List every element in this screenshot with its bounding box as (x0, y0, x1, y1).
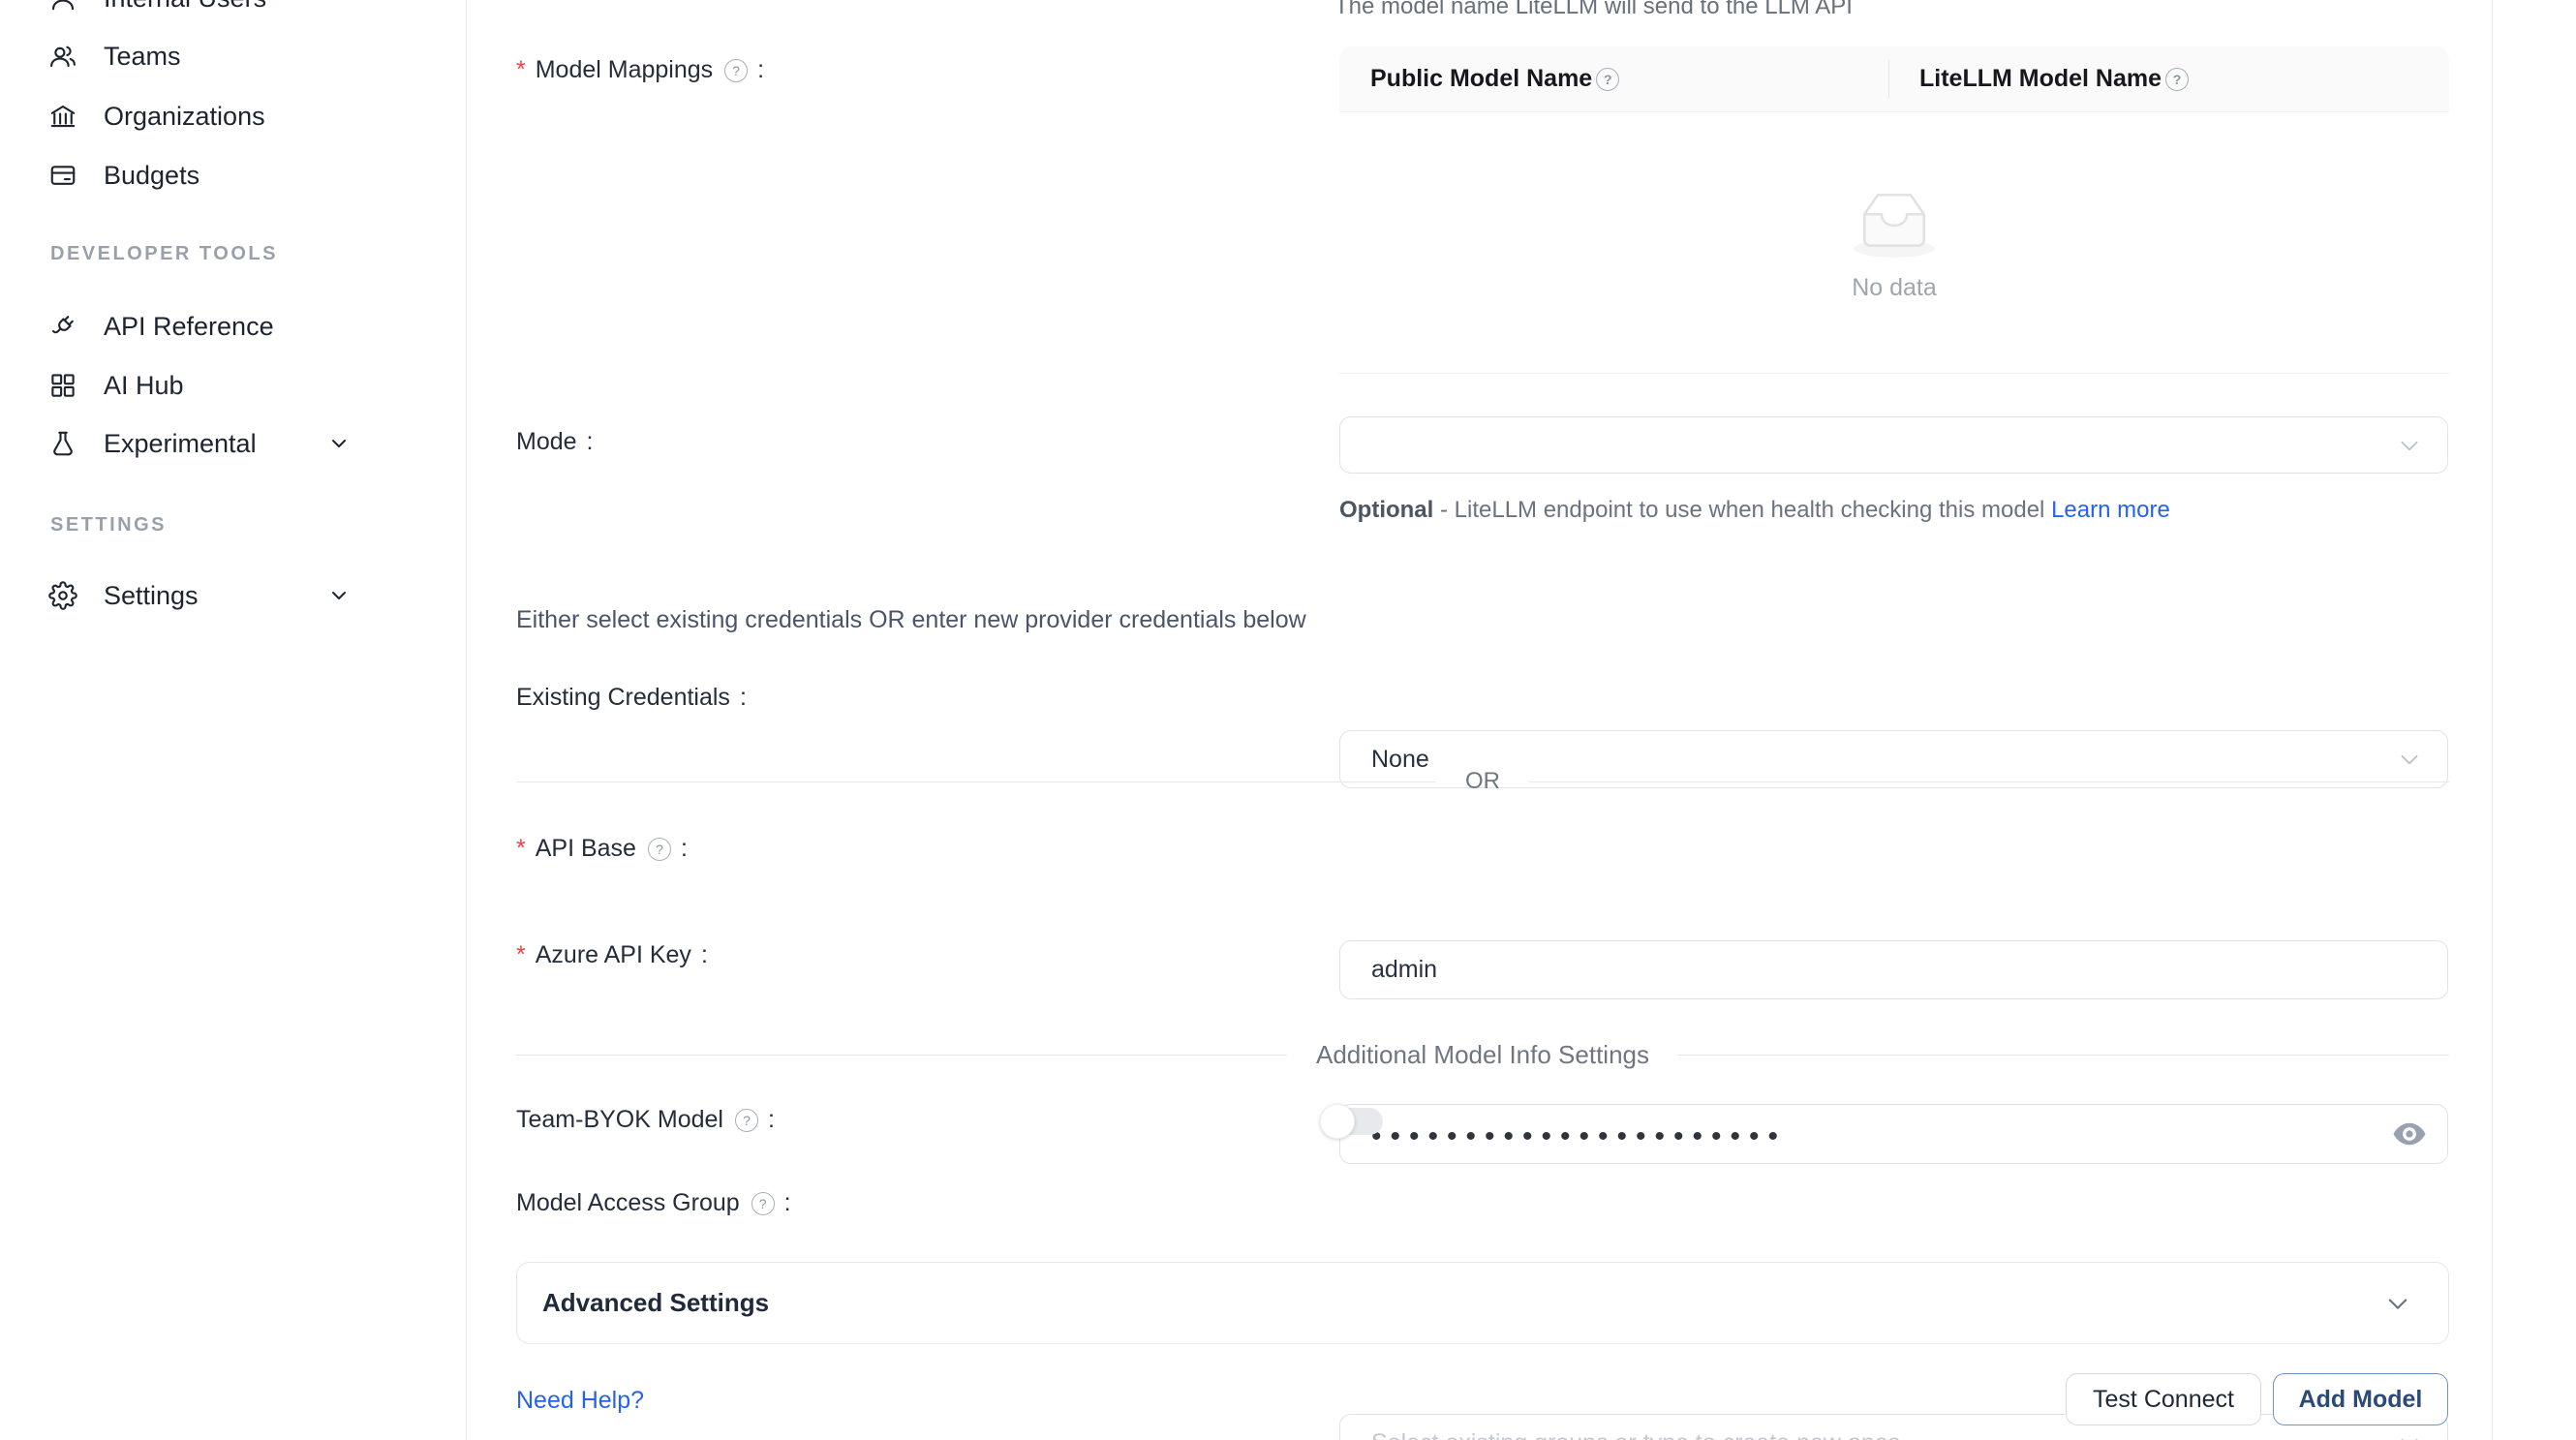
credit-card-icon (48, 161, 77, 190)
api-base-label: * API Base ? : (516, 835, 688, 863)
sidebar: Internal Users Teams Organizations Budge… (0, 0, 467, 1440)
model-access-group-label: Model Access Group ? : (516, 1189, 791, 1217)
teams-icon (48, 42, 77, 71)
help-icon[interactable]: ? (2165, 68, 2189, 91)
existing-credentials-label: Existing Credentials : (516, 684, 747, 712)
bank-icon (48, 102, 77, 131)
sidebar-item-label: Internal Users (104, 0, 266, 14)
empty-inbox-icon (1846, 183, 1943, 260)
sidebar-section-settings: SETTINGS (50, 514, 167, 536)
sidebar-item-label: API Reference (104, 312, 274, 342)
help-icon[interactable]: ? (751, 1192, 775, 1215)
advanced-settings-title: Advanced Settings (517, 1288, 769, 1318)
required-marker: * (516, 56, 526, 84)
sidebar-item-organizations[interactable]: Organizations (48, 87, 351, 145)
advanced-settings-panel[interactable]: Advanced Settings (516, 1262, 2449, 1344)
learn-more-link[interactable]: Learn more (2051, 497, 2170, 523)
sidebar-item-label: Budgets (104, 161, 199, 191)
api-base-input[interactable] (1340, 956, 2447, 984)
additional-info-divider: Additional Model Info Settings (516, 1040, 2449, 1070)
mode-help-text: Optional - LiteLLM endpoint to use when … (1339, 490, 2259, 531)
required-marker: * (516, 941, 526, 969)
credentials-note: Either select existing credentials OR en… (516, 606, 1306, 634)
model-mappings-label: * Model Mappings ? : (516, 56, 764, 84)
sidebar-item-experimental[interactable]: Experimental (48, 414, 351, 473)
sidebar-item-api-reference[interactable]: API Reference (48, 297, 351, 355)
sidebar-item-budgets[interactable]: Budgets (48, 146, 351, 204)
add-model-page: Internal Users Teams Organizations Budge… (0, 0, 2576, 1440)
flask-icon (48, 429, 77, 458)
column-header-litellm-model-name: LiteLLM Model Name ? (1888, 65, 2449, 93)
azure-api-key-input[interactable] (1340, 1115, 2447, 1153)
table-header-row: Public Model Name ? LiteLLM Model Name ? (1339, 46, 2449, 112)
sidebar-item-label: Settings (104, 581, 199, 611)
help-icon[interactable]: ? (735, 1109, 758, 1132)
no-data-text: No data (1852, 274, 1937, 302)
sidebar-item-ai-hub[interactable]: Experimental AI Hub (48, 356, 351, 414)
sidebar-item-settings[interactable]: Settings (48, 567, 351, 625)
help-icon[interactable]: ? (648, 838, 671, 861)
or-divider: OR (516, 768, 2449, 795)
column-header-public-model-name: Public Model Name ? (1339, 65, 1888, 93)
grid-icon (48, 371, 77, 400)
sidebar-item-label: AI Hub (104, 371, 184, 401)
sidebar-item-label: Teams (104, 42, 181, 72)
required-marker: * (516, 835, 526, 863)
add-model-button[interactable]: Add Model (2273, 1373, 2448, 1425)
azure-api-key-field-wrap (1339, 1104, 2448, 1164)
sidebar-section-developer-tools: DEVELOPER TOOLS (50, 243, 278, 265)
azure-api-key-label: * Azure API Key : (516, 941, 708, 969)
team-byok-toggle[interactable] (1325, 1108, 1383, 1135)
sidebar-item-label: Experimental (104, 429, 257, 459)
chevron-down-icon (2397, 433, 2422, 458)
or-divider-text: OR (1465, 768, 1500, 795)
sidebar-item-internal-users[interactable]: Internal Users (48, 0, 351, 27)
gear-icon (48, 581, 77, 610)
model-mappings-table: Public Model Name ? LiteLLM Model Name ?… (1339, 46, 2449, 374)
help-icon[interactable]: ? (724, 59, 748, 82)
chevron-down-icon (2397, 1430, 2422, 1440)
plug-icon (48, 312, 77, 341)
api-base-field-wrap (1339, 940, 2448, 999)
toggle-knob (1320, 1104, 1355, 1139)
add-model-form: The model name LiteLLM will send to the … (467, 0, 2493, 1440)
chevron-down-icon (327, 584, 351, 607)
chevron-down-icon (327, 432, 351, 455)
sidebar-item-label: Organizations (104, 102, 265, 132)
select-placeholder: Select existing groups or type to create… (1340, 1429, 1900, 1440)
help-icon[interactable]: ? (1596, 68, 1619, 91)
column-divider (1888, 60, 1889, 98)
mode-label: Mode : (516, 428, 594, 456)
eye-icon (2391, 1119, 2428, 1149)
need-help-link[interactable]: Need Help? (516, 1387, 644, 1415)
chevron-down-icon (2384, 1290, 2411, 1317)
test-connect-button[interactable]: Test Connect (2066, 1373, 2261, 1425)
model-name-caption: The model name LiteLLM will send to the … (1334, 0, 1853, 20)
user-icon (48, 0, 77, 13)
sidebar-item-teams[interactable]: Teams (48, 27, 351, 85)
mode-select[interactable] (1339, 416, 2448, 474)
toggle-password-visibility-button[interactable] (2391, 1116, 2428, 1152)
additional-info-divider-text: Additional Model Info Settings (1316, 1040, 1649, 1070)
team-byok-label: Team-BYOK Model ? : (516, 1106, 775, 1134)
empty-state: No data (1339, 111, 2449, 373)
